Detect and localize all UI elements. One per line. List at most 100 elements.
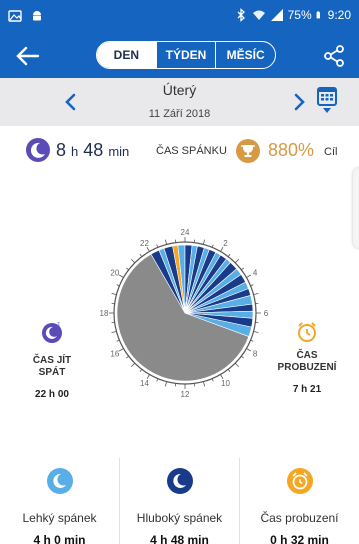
dial-tick [118, 274, 124, 278]
stat-name: Čas probuzení [260, 511, 339, 525]
dial-tick [116, 284, 120, 287]
gallery-icon [8, 10, 22, 22]
stat-name: Lehký spánek [22, 511, 97, 525]
moon-icon [26, 138, 50, 162]
sleep-hours: 8 [56, 140, 67, 160]
sleep-clock-dial: 24246810121416182022 [100, 228, 269, 398]
dial-tick [246, 348, 252, 352]
dial-hour-label: 14 [140, 379, 149, 388]
dial-tick [126, 267, 129, 271]
dial-tick [246, 274, 252, 278]
wakeup-value: 7 h 21 [292, 384, 322, 395]
tab-month[interactable]: MĚSÍC [216, 42, 275, 68]
trophy-icon [236, 139, 260, 163]
dial-tick [211, 378, 214, 382]
tab-day[interactable]: DEN [97, 42, 156, 68]
sleep-stats: Lehký spánek 4 h 0 min Hluboký spánek 4 … [0, 458, 359, 544]
bedtime-block: z ČAS JÍT SPÁT 22 h 00 [22, 320, 82, 400]
side-panel-handle[interactable] [353, 168, 359, 248]
bluetooth-icon [237, 8, 245, 22]
dial-tick [250, 339, 254, 342]
clock-time: 9:20 [327, 8, 351, 22]
stat-value: 0 h 32 min [270, 533, 329, 544]
wifi-icon [252, 10, 265, 20]
stat-light-sleep: Lehký spánek 4 h 0 min [0, 458, 119, 544]
back-arrow-icon[interactable] [14, 43, 42, 69]
dial-hour-label: 16 [110, 350, 119, 359]
stat-value: 4 h 48 min [150, 533, 209, 544]
dial-tick [130, 258, 136, 264]
dial-tick [234, 258, 240, 264]
dial-tick [111, 330, 117, 334]
sleep-minutes: 48 [83, 140, 104, 160]
dial-hour-label: 4 [253, 269, 258, 278]
status-bar: 75% 9:20 [0, 0, 359, 34]
date-navigation: Úterý 11 Září 2018 [0, 78, 359, 126]
dial-tick [126, 355, 129, 359]
dial-tick [130, 362, 136, 368]
toolbar: DEN TÝDEN MĚSÍC [0, 34, 359, 78]
dial-tick [227, 254, 231, 257]
next-day-chevron-icon[interactable] [290, 90, 308, 114]
total-sleep-time: 8 h 48 min [56, 140, 129, 161]
dial-hour-label: 6 [264, 309, 269, 318]
dial-hour-label: 20 [110, 269, 119, 278]
bedtime-moon-icon: z [42, 322, 62, 343]
signal-icon [270, 9, 283, 21]
dial-tick [111, 292, 117, 296]
dial-tick [241, 267, 244, 271]
dial-tick [202, 381, 206, 387]
battery-percent: 75% [287, 8, 312, 22]
android-icon [33, 11, 41, 21]
sleep-time-label: ČAS SPÁNKU [156, 145, 227, 157]
dial-tick [253, 330, 259, 334]
dial-tick [139, 369, 143, 372]
dial-hour-label: 10 [221, 379, 230, 388]
stat-value: 4 h 0 min [33, 533, 86, 544]
wakeup-label-line1: ČAS [296, 350, 318, 361]
dial-hour-label: 8 [253, 350, 258, 359]
stat-deep-sleep: Hluboký spánek 4 h 48 min [119, 458, 239, 544]
dial-hour-label: 2 [223, 239, 228, 248]
goal-label: Cíl [324, 146, 338, 158]
dial-hour-label: 22 [140, 239, 149, 248]
svg-text:z: z [57, 322, 60, 328]
dial-tick [250, 284, 254, 287]
dial-tick [253, 292, 259, 296]
goal-percent: 880% [268, 140, 315, 160]
tab-week[interactable]: TÝDEN [155, 42, 217, 68]
wakeup-alarm-icon [298, 322, 316, 342]
dial-tick [227, 369, 231, 372]
period-segmented-control: DEN TÝDEN MĚSÍC [96, 41, 276, 69]
share-icon[interactable] [323, 44, 345, 68]
bedtime-label-line1: ČAS JÍT [32, 355, 72, 366]
light-sleep-icon [46, 468, 73, 494]
dial-hour-label: 18 [100, 309, 109, 318]
deep-sleep-icon [166, 468, 193, 494]
wakeup-label-line2: PROBUZENÍ [277, 362, 337, 373]
wakeup-block: ČAS PROBUZENÍ 7 h 21 [272, 320, 342, 395]
sleep-minutes-unit: min [108, 144, 130, 159]
dial-tick [234, 362, 240, 368]
dial-tick [164, 381, 168, 387]
stat-name: Hluboký spánek [136, 511, 223, 525]
calendar-icon[interactable] [316, 85, 338, 115]
alarm-clock-icon [286, 468, 313, 494]
dial-hour-label: 24 [181, 228, 190, 237]
bedtime-value: 22 h 00 [35, 389, 69, 400]
dial-tick [116, 339, 120, 342]
sleep-hours-unit: h [71, 144, 79, 159]
dial-tick [211, 244, 214, 248]
dial-tick [139, 254, 143, 257]
sleep-day-screen: 75% 9:20 DEN TÝDEN MĚSÍC Úterý 11 Září 2… [0, 0, 359, 544]
sleep-summary: 8 h 48 min ČAS SPÁNKU 880% Cíl [0, 136, 359, 170]
dial-hour-label: 12 [181, 390, 190, 398]
dial-tick [156, 244, 159, 248]
dial-tick [164, 239, 168, 245]
bedtime-label-line2: SPÁT [38, 367, 66, 378]
dial-tick [118, 348, 124, 352]
dial-tick [202, 239, 206, 245]
battery-icon [316, 11, 320, 19]
dial-tick [241, 355, 244, 359]
stat-awake: Čas probuzení 0 h 32 min [239, 458, 359, 544]
